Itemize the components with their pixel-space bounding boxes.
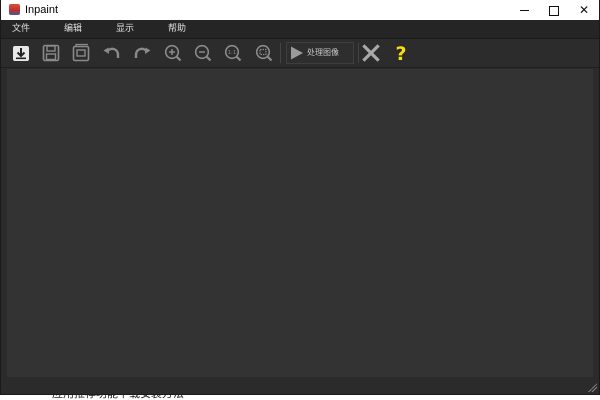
toolbar-separator bbox=[358, 43, 359, 63]
zoom-fit-button[interactable] bbox=[253, 42, 275, 64]
undo-button[interactable] bbox=[101, 42, 123, 64]
svg-text:?: ? bbox=[395, 43, 406, 64]
process-image-button[interactable]: 处理图像 bbox=[286, 42, 354, 64]
menu-edit[interactable]: 编辑 bbox=[64, 23, 82, 35]
zoom-actual-button[interactable]: 1:1 bbox=[222, 42, 244, 64]
help-icon: ? bbox=[395, 43, 406, 64]
close-icon: ✕ bbox=[578, 3, 590, 17]
zoom-fit-icon bbox=[255, 44, 273, 62]
zoom-out-icon bbox=[194, 44, 212, 62]
menu-help[interactable]: 帮助 bbox=[168, 23, 186, 35]
image-canvas[interactable] bbox=[7, 69, 593, 377]
save-button[interactable] bbox=[40, 42, 62, 64]
save-as-icon bbox=[72, 43, 90, 62]
maximize-button[interactable] bbox=[539, 0, 569, 20]
menu-bar: 文件 编辑 显示 帮助 bbox=[1, 20, 599, 39]
redo-button[interactable] bbox=[131, 42, 153, 64]
menu-view[interactable]: 显示 bbox=[116, 23, 134, 35]
menu-file[interactable]: 文件 bbox=[12, 23, 30, 35]
clear-button[interactable] bbox=[360, 42, 382, 64]
toolbar-separator bbox=[280, 43, 281, 63]
clear-icon bbox=[362, 44, 380, 62]
toolbar: 1:1 处理图像 ? bbox=[1, 39, 599, 68]
undo-icon bbox=[103, 47, 120, 58]
zoom-in-button[interactable] bbox=[162, 42, 184, 64]
window-title: Inpaint bbox=[25, 4, 59, 16]
svg-text:1:1: 1:1 bbox=[228, 50, 237, 56]
zoom-actual-icon: 1:1 bbox=[224, 44, 242, 62]
open-icon bbox=[13, 46, 29, 61]
help-button[interactable]: ? bbox=[390, 42, 412, 64]
save-icon bbox=[42, 44, 60, 62]
close-button[interactable]: ✕ bbox=[569, 0, 599, 20]
redo-icon bbox=[134, 47, 151, 58]
zoom-out-button[interactable] bbox=[192, 42, 214, 64]
minimize-icon bbox=[519, 10, 529, 11]
save-as-button[interactable] bbox=[70, 42, 92, 64]
minimize-button[interactable] bbox=[509, 0, 539, 20]
resize-grip-icon[interactable] bbox=[587, 382, 597, 392]
play-icon bbox=[291, 46, 303, 60]
zoom-in-icon bbox=[164, 44, 182, 62]
title-bar[interactable]: Inpaint ✕ bbox=[1, 0, 599, 20]
maximize-icon bbox=[549, 5, 559, 16]
app-icon bbox=[9, 4, 20, 15]
inpaint-window: Inpaint ✕ 文件 编辑 显示 帮助 1:1 处理图像 ? bbox=[0, 0, 600, 395]
status-bar bbox=[1, 378, 599, 394]
process-image-label: 处理图像 bbox=[307, 48, 339, 57]
open-button[interactable] bbox=[10, 42, 32, 64]
